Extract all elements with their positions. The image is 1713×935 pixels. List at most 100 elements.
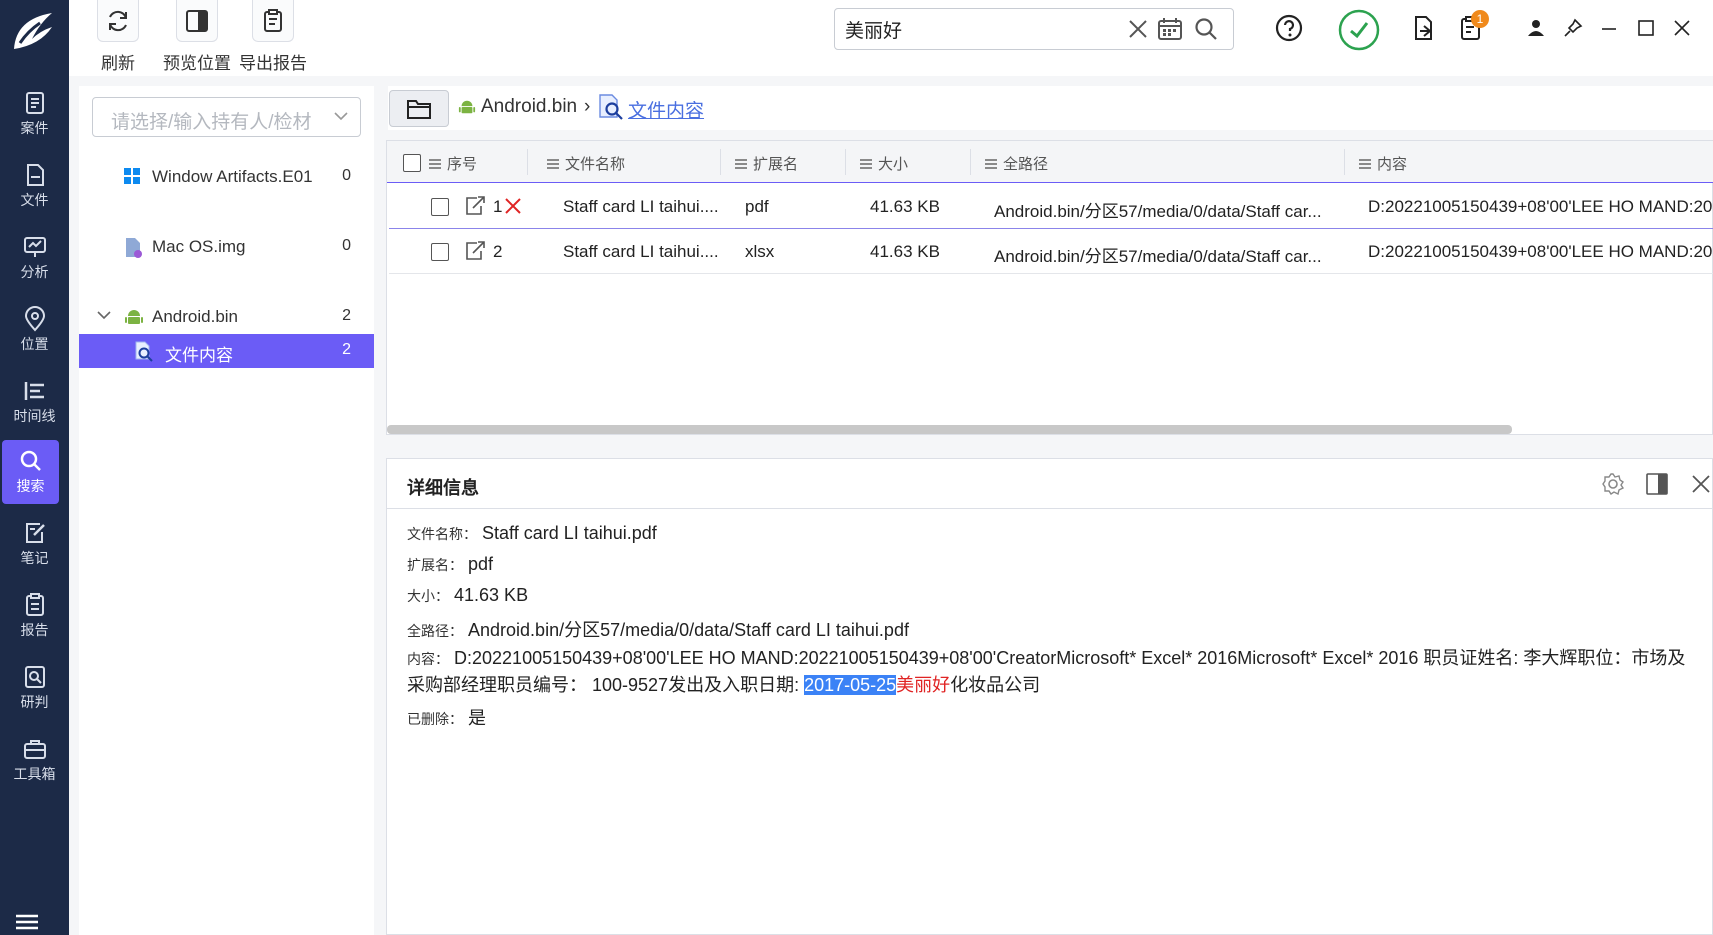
- tree-item-count: 2: [342, 341, 351, 358]
- analysis-icon: [23, 237, 46, 257]
- row-content: D:20221005150439+08'00'LEE HO MAND:2022: [1368, 197, 1713, 216]
- detail-content: 内容： D:20221005150439+08'00'LEE HO MAND:2…: [407, 648, 1686, 695]
- nav-item-file[interactable]: 文件: [0, 154, 69, 218]
- android-icon: [458, 100, 476, 114]
- tree-item-file-content[interactable]: 文件内容 2: [79, 334, 374, 368]
- tree-item-name: Android.bin: [152, 307, 239, 326]
- tree-item-window-artifacts[interactable]: Window Artifacts.E01 0: [79, 160, 374, 194]
- help-button[interactable]: [1275, 14, 1303, 42]
- row-index: 1: [493, 197, 503, 216]
- search-submit-icon[interactable]: [1193, 16, 1219, 42]
- table-row[interactable]: 2 Staff card LI taihui.... xlsx 41.63 KB…: [389, 230, 1713, 274]
- judge-icon: [24, 666, 45, 688]
- nav-label: 分析: [20, 264, 49, 280]
- detail-size: 大小： 41.63 KB: [407, 585, 529, 605]
- nav-item-location[interactable]: 位置: [0, 298, 69, 362]
- row-checkbox[interactable]: [431, 198, 449, 216]
- owner-selector-placeholder: 请选择/输入持有人/检材: [111, 112, 312, 133]
- column-header-name[interactable]: 文件名称: [547, 153, 625, 174]
- refresh-button[interactable]: 刷新: [80, 0, 156, 76]
- tree-item-android-bin[interactable]: Android.bin 2: [79, 300, 374, 334]
- column-menu-icon: [547, 158, 559, 169]
- location-icon: [24, 306, 45, 332]
- evidence-tree-panel: 请选择/输入持有人/检材 Window Artifacts.E01 0 Mac …: [79, 86, 374, 935]
- column-header-size[interactable]: 大小: [860, 153, 908, 174]
- help-icon: [1275, 14, 1303, 42]
- preview-position-button[interactable]: 预览位置: [159, 0, 235, 76]
- user-button[interactable]: [1526, 18, 1546, 38]
- minimize-button[interactable]: [1599, 18, 1619, 38]
- close-icon: [1674, 20, 1690, 36]
- folder-button[interactable]: [389, 90, 449, 127]
- row-size: 41.63 KB: [870, 242, 940, 261]
- file-export-icon: [1415, 16, 1432, 40]
- detail-extension: 扩展名： pdf: [407, 554, 494, 574]
- open-external-icon[interactable]: [463, 240, 487, 262]
- close-window-button[interactable]: [1672, 18, 1692, 38]
- report-icon: [25, 593, 44, 616]
- nav-item-search[interactable]: 搜索: [2, 440, 59, 504]
- column-header-path[interactable]: 全路径: [985, 153, 1048, 174]
- column-header-content[interactable]: 内容: [1359, 153, 1407, 174]
- nav-item-case[interactable]: 案件: [0, 82, 69, 146]
- column-header-extension[interactable]: 扩展名: [735, 153, 798, 174]
- android-icon: [125, 310, 143, 324]
- row-path: Android.bin/分区57/media/0/data/Staff car.…: [994, 202, 1322, 221]
- export-file-button[interactable]: [1410, 14, 1438, 42]
- file-search-icon: [135, 341, 153, 362]
- maximize-button[interactable]: [1636, 18, 1656, 38]
- select-all-checkbox[interactable]: [403, 154, 421, 172]
- nav-item-analysis[interactable]: 分析: [0, 226, 69, 290]
- row-name: Staff card LI taihui....: [563, 242, 719, 261]
- column-header-index[interactable]: 序号: [429, 153, 477, 174]
- tree-item-name: Window Artifacts.E01: [152, 167, 313, 186]
- column-menu-icon: [735, 158, 747, 169]
- top-toolbar: 刷新 预览位置 导出报告 1: [69, 0, 1713, 76]
- app-logo: [0, 0, 69, 62]
- minimize-icon: [1602, 28, 1616, 30]
- table-row[interactable]: 1 Staff card LI taihui.... pdf 41.63 KB …: [389, 185, 1713, 229]
- calendar-icon[interactable]: [1157, 17, 1183, 41]
- close-icon[interactable]: [1689, 472, 1713, 496]
- owner-selector[interactable]: 请选择/输入持有人/检材: [92, 97, 361, 137]
- sync-status-button[interactable]: [1338, 9, 1380, 51]
- export-report-button[interactable]: 导出报告: [235, 0, 311, 76]
- pin-icon: [1564, 18, 1583, 37]
- notification-badge: 1: [1471, 10, 1489, 28]
- nav-item-timeline[interactable]: 时间线: [0, 370, 69, 434]
- tree-item-mac-os[interactable]: Mac OS.img 0: [79, 230, 374, 264]
- breadcrumb-current[interactable]: 文件内容: [628, 96, 704, 123]
- tree-item-count: 0: [342, 237, 351, 254]
- export-report-icon: [264, 8, 282, 32]
- export-report-label: 导出报告: [239, 54, 307, 73]
- chevron-down-icon: [334, 112, 348, 121]
- menu-icon[interactable]: [14, 912, 40, 932]
- open-external-icon[interactable]: [463, 195, 487, 217]
- notifications-button[interactable]: 1: [1457, 10, 1489, 42]
- search-input[interactable]: [845, 15, 1115, 43]
- preview-panel-icon: [186, 9, 208, 32]
- case-icon: [25, 92, 44, 114]
- pin-button[interactable]: [1563, 18, 1583, 38]
- timeline-icon: [24, 382, 44, 400]
- breadcrumb-root[interactable]: Android.bin: [481, 96, 577, 118]
- results-table: 序号 文件名称 扩展名 大小 全路径 内容 1 Staff card LI ta…: [386, 140, 1713, 435]
- split-panel-icon[interactable]: [1645, 472, 1669, 496]
- row-extension: xlsx: [745, 242, 775, 261]
- chevron-down-icon[interactable]: [97, 310, 111, 320]
- settings-icon[interactable]: [1601, 472, 1625, 496]
- column-menu-icon: [985, 158, 997, 169]
- clear-icon[interactable]: [1127, 18, 1149, 40]
- breadcrumb: Android.bin › 文件内容: [388, 86, 1713, 130]
- notes-icon: [25, 523, 45, 543]
- nav-label: 搜索: [16, 478, 45, 494]
- nav-item-judge[interactable]: 研判: [0, 656, 69, 720]
- nav-item-report[interactable]: 报告: [0, 584, 69, 648]
- horizontal-scrollbar[interactable]: [387, 425, 1512, 434]
- detail-header: 详细信息: [387, 459, 1713, 509]
- column-menu-icon: [860, 158, 872, 169]
- app-window: 案件 文件 分析 位置 时间线 搜索 笔记 报告 研判 工具箱 刷新 预览位置 …: [0, 0, 1713, 935]
- row-checkbox[interactable]: [431, 243, 449, 261]
- nav-item-notes[interactable]: 笔记: [0, 512, 69, 576]
- nav-item-toolbox[interactable]: 工具箱: [0, 728, 69, 792]
